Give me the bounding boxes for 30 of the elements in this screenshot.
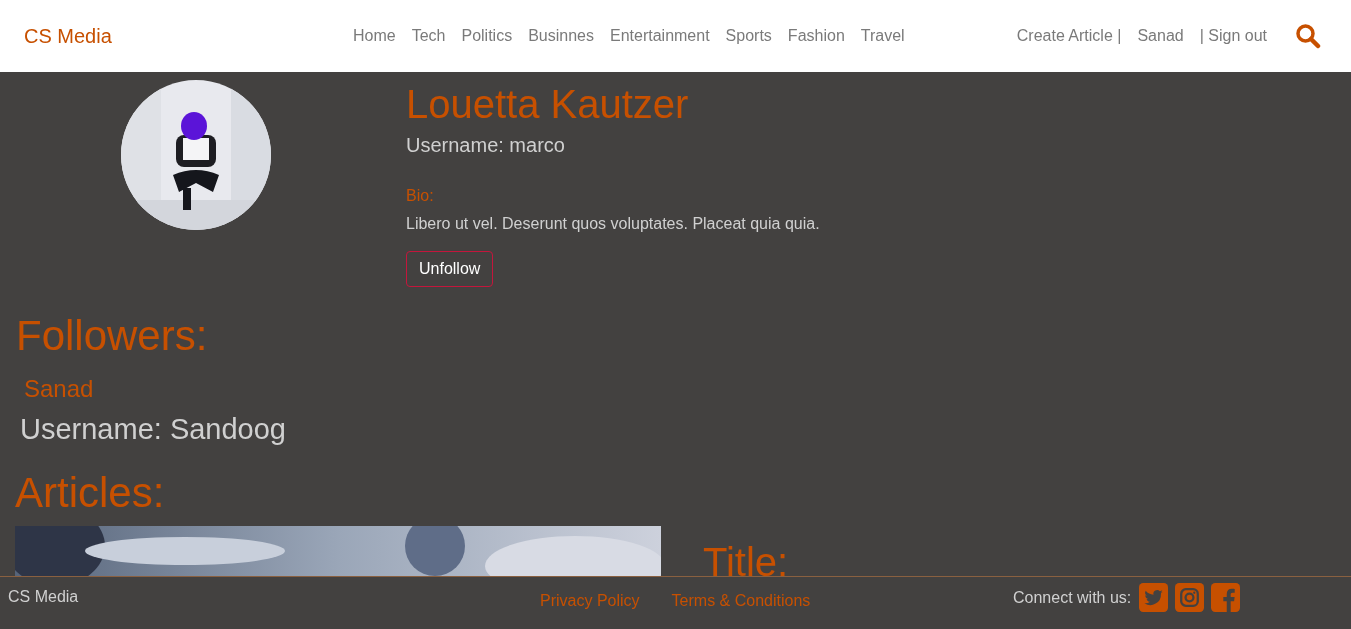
instagram-icon[interactable] <box>1175 583 1205 612</box>
profile-username: Username: marco <box>406 134 566 157</box>
follower-name-link[interactable]: Sanad <box>24 375 1351 403</box>
nav-link[interactable]: Entertainment <box>610 27 710 45</box>
unfollow-button[interactable]: Unfollow <box>406 251 494 287</box>
twitter-icon[interactable] <box>1139 583 1169 612</box>
nav-link[interactable]: Tech <box>411 27 446 45</box>
nav-link[interactable]: | Sign out <box>1199 27 1267 45</box>
follower-username: Username: Sandoog <box>20 413 287 446</box>
footer-brand: CS Media <box>8 588 80 606</box>
articles-heading: Articles: <box>15 468 166 518</box>
nav-link[interactable]: Politics <box>461 27 513 45</box>
facebook-icon[interactable] <box>1211 583 1241 612</box>
bio-text: Libero ut vel. Deserunt quos voluptates. Placeat quia quia. <box>406 215 820 233</box>
nav-link[interactable]: Fashion <box>787 27 845 45</box>
article-title: Title: <box>703 540 789 577</box>
search-icon[interactable] <box>1295 23 1321 49</box>
nav-link[interactable]: Sanad <box>1137 27 1184 45</box>
bio-label: Bio: <box>406 187 435 205</box>
followers-heading: Followers: <box>16 311 209 361</box>
nav-link[interactable]: Businnes <box>528 27 594 45</box>
brand-link[interactable]: CS Media <box>24 24 353 48</box>
profile-name: Louetta Kautzer <box>406 81 690 128</box>
nav-link[interactable]: Travel <box>860 27 905 45</box>
connect-label: Connect with us: <box>1013 588 1132 607</box>
nav-link[interactable]: Home <box>353 27 396 45</box>
nav-link[interactable]: Sports <box>725 27 772 45</box>
nav-link[interactable]: Create Article | <box>1016 27 1122 45</box>
footer-link[interactable]: Terms & Conditions <box>671 592 811 610</box>
footer-link[interactable]: Privacy Policy <box>540 592 640 610</box>
